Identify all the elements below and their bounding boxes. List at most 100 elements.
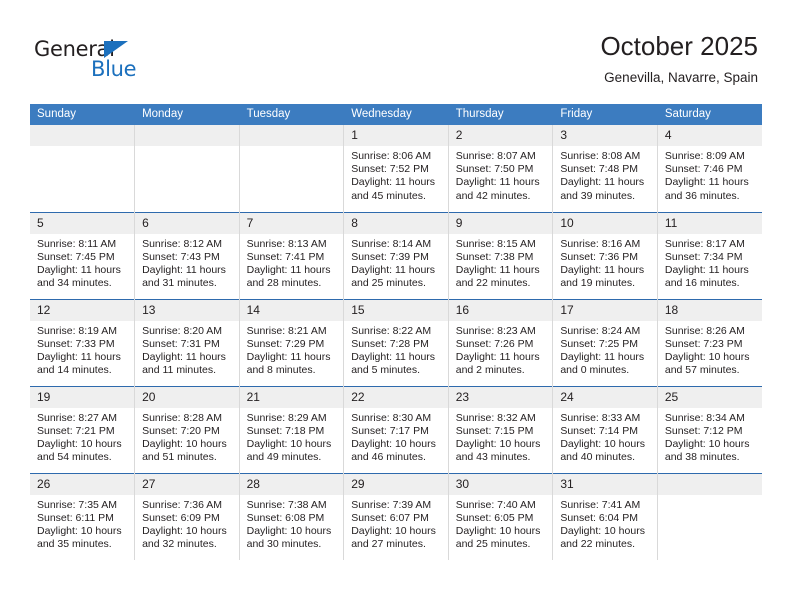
- sunset-text: Sunset: 7:38 PM: [455, 250, 534, 263]
- daylight-text-line1: Daylight: 10 hours: [37, 437, 122, 450]
- daylight-text-line2: and 14 minutes.: [37, 364, 112, 377]
- sunset-text: Sunset: 7:46 PM: [664, 163, 743, 176]
- general-blue-logo[interactable]: General Blue: [34, 38, 214, 86]
- sunrise-text: Sunrise: 7:35 AM: [37, 498, 117, 511]
- weekday-header-monday: Monday: [134, 104, 240, 125]
- calendar-day-cell[interactable]: 17 Sunrise: 8:24 AM Sunset: 7:25 PM Dayligh…: [552, 298, 658, 386]
- sunrise-text: Sunrise: 7:40 AM: [455, 498, 536, 511]
- sunrise-text: Sunrise: 8:06 AM: [351, 150, 432, 162]
- sunrise-text: Sunrise: 7:38 AM: [246, 498, 327, 511]
- sunset-text: Sunset: 7:28 PM: [351, 337, 429, 350]
- sunset-text: Sunset: 7:39 PM: [351, 250, 429, 263]
- calendar-body: 1 Sunrise: 8:06 AM Sunset: 7:52 PM Daylight…: [30, 125, 762, 560]
- weekday-header-friday: Friday: [552, 104, 658, 125]
- day-details: Sunrise: 7:40 AM Sunset: 6:05 PM Daylight:…: [449, 495, 553, 552]
- calendar-day-cell[interactable]: 19 Sunrise: 8:27 AM Sunset: 7:21 PM Dayligh…: [30, 385, 136, 473]
- day-number: [30, 125, 135, 146]
- calendar-day-cell[interactable]: 31 Sunrise: 7:41 AM Sunset: 6:04 PM Dayligh…: [552, 472, 658, 560]
- calendar-day-cell[interactable]: 29 Sunrise: 7:39 AM Sunset: 6:07 PM Dayligh…: [343, 472, 449, 560]
- calendar-day-cell[interactable]: 25 Sunrise: 8:34 AM Sunset: 7:12 PM Dayligh…: [657, 385, 762, 473]
- day-number: [135, 125, 239, 146]
- daylight-text-line2: and 38 minutes.: [664, 451, 740, 464]
- calendar-day-cell[interactable]: 5 Sunrise: 8:11 AM Sunset: 7:45 PM Daylight…: [30, 211, 136, 299]
- sunrise-text: Sunrise: 8:07 AM: [455, 150, 536, 162]
- sunset-text: Sunset: 7:26 PM: [455, 337, 534, 350]
- calendar-day-cell[interactable]: 4 Sunrise: 8:09 AM Sunset: 7:46 PM Daylight…: [657, 125, 762, 212]
- calendar-day-cell[interactable]: 11 Sunrise: 8:17 AM Sunset: 7:34 PM Dayligh…: [657, 211, 762, 299]
- weekday-header-row: Sunday Monday Tuesday Wednesday Thursday Frid…: [30, 104, 762, 125]
- day-number: 9: [448, 212, 553, 234]
- day-details: Sunrise: 8:14 AM Sunset: 7:39 PM Daylight:…: [344, 234, 448, 291]
- day-number: 6: [135, 212, 239, 234]
- daylight-text-line1: Daylight: 10 hours: [142, 437, 227, 450]
- calendar-day-cell[interactable]: 22 Sunrise: 8:30 AM Sunset: 7:17 PM Dayligh…: [343, 385, 449, 473]
- day-number: 14: [239, 299, 344, 321]
- day-details: Sunrise: 8:30 AM Sunset: 7:17 PM Daylight:…: [344, 408, 448, 465]
- sunrise-text: Sunrise: 8:29 AM: [246, 411, 327, 424]
- sunset-text: Sunset: 7:43 PM: [142, 250, 220, 263]
- day-number: 5: [30, 212, 135, 234]
- sunrise-text: Sunrise: 8:09 AM: [664, 150, 745, 162]
- sunrise-text: Sunrise: 8:26 AM: [664, 324, 745, 337]
- daylight-text-line1: Daylight: 11 hours: [560, 176, 645, 189]
- sunset-text: Sunset: 7:23 PM: [664, 337, 743, 350]
- day-number: 19: [30, 386, 135, 408]
- calendar-day-cell[interactable]: 14 Sunrise: 8:21 AM Sunset: 7:29 PM Dayligh…: [239, 298, 345, 386]
- calendar-day-cell[interactable]: 15 Sunrise: 8:22 AM Sunset: 7:28 PM Dayligh…: [343, 298, 449, 386]
- calendar-day-cell[interactable]: 3 Sunrise: 8:08 AM Sunset: 7:48 PM Daylight…: [552, 125, 658, 212]
- calendar-day-cell[interactable]: 7 Sunrise: 8:13 AM Sunset: 7:41 PM Daylight…: [239, 211, 345, 299]
- day-details: Sunrise: 8:19 AM Sunset: 7:33 PM Daylight:…: [30, 321, 134, 378]
- calendar-day-cell[interactable]: 28 Sunrise: 7:38 AM Sunset: 6:08 PM Dayligh…: [239, 472, 345, 560]
- calendar-day-cell[interactable]: 9 Sunrise: 8:15 AM Sunset: 7:38 PM Daylight…: [448, 211, 554, 299]
- logo-text-blue: Blue: [91, 57, 137, 81]
- daylight-text-line1: Daylight: 11 hours: [246, 263, 331, 276]
- calendar-day-cell[interactable]: 18 Sunrise: 8:26 AM Sunset: 7:23 PM Dayligh…: [657, 298, 762, 386]
- calendar-day-cell[interactable]: 12 Sunrise: 8:19 AM Sunset: 7:33 PM Dayligh…: [30, 298, 136, 386]
- day-number: 15: [344, 299, 448, 321]
- daylight-text-line1: Daylight: 11 hours: [455, 350, 540, 363]
- calendar-day-cell[interactable]: 26 Sunrise: 7:35 AM Sunset: 6:11 PM Dayligh…: [30, 472, 136, 560]
- calendar-day-cell[interactable]: 13 Sunrise: 8:20 AM Sunset: 7:31 PM Dayligh…: [134, 298, 240, 386]
- calendar-day-cell[interactable]: 23 Sunrise: 8:32 AM Sunset: 7:15 PM Dayligh…: [448, 385, 554, 473]
- calendar-day-cell[interactable]: 6 Sunrise: 8:12 AM Sunset: 7:43 PM Daylight…: [134, 211, 240, 299]
- day-number: 18: [657, 299, 762, 321]
- title-block: October 2025 Genevilla, Navarre, Spain: [600, 30, 758, 88]
- calendar-day-cell[interactable]: 27 Sunrise: 7:36 AM Sunset: 6:09 PM Dayligh…: [134, 472, 240, 560]
- daylight-text-line2: and 32 minutes.: [142, 538, 217, 551]
- daylight-text-line1: Daylight: 11 hours: [37, 263, 121, 276]
- sunrise-text: Sunrise: 8:30 AM: [351, 411, 432, 424]
- daylight-text-line2: and 42 minutes.: [455, 189, 531, 202]
- day-details: Sunrise: 8:16 AM Sunset: 7:36 PM Daylight:…: [553, 234, 657, 291]
- calendar-week-row: 26 Sunrise: 7:35 AM Sunset: 6:11 PM Dayligh…: [30, 472, 762, 560]
- daylight-text-line2: and 22 minutes.: [560, 538, 636, 551]
- sunrise-text: Sunrise: 8:24 AM: [560, 324, 641, 337]
- sunrise-text: Sunrise: 8:19 AM: [37, 324, 117, 337]
- daylight-text-line1: Daylight: 11 hours: [246, 350, 331, 363]
- day-details: Sunrise: 8:26 AM Sunset: 7:23 PM Daylight:…: [658, 321, 762, 378]
- day-number: 28: [239, 473, 344, 495]
- calendar-day-cell[interactable]: 2 Sunrise: 8:07 AM Sunset: 7:50 PM Daylight…: [448, 125, 554, 212]
- daylight-text-line2: and 5 minutes.: [351, 364, 421, 377]
- daylight-text-line2: and 25 minutes.: [351, 277, 426, 290]
- daylight-text-line2: and 57 minutes.: [664, 364, 740, 377]
- calendar-day-cell[interactable]: 1 Sunrise: 8:06 AM Sunset: 7:52 PM Daylight…: [343, 125, 449, 212]
- calendar-day-cell[interactable]: 16 Sunrise: 8:23 AM Sunset: 7:26 PM Dayligh…: [448, 298, 554, 386]
- day-number: 30: [448, 473, 553, 495]
- sunrise-text: Sunrise: 8:16 AM: [560, 237, 641, 250]
- daylight-text-line2: and 43 minutes.: [455, 451, 531, 464]
- calendar-day-cell[interactable]: 30 Sunrise: 7:40 AM Sunset: 6:05 PM Dayligh…: [448, 472, 554, 560]
- daylight-text-line1: Daylight: 11 hours: [142, 350, 226, 363]
- calendar-day-cell[interactable]: 21 Sunrise: 8:29 AM Sunset: 7:18 PM Dayligh…: [239, 385, 345, 473]
- calendar-day-cell[interactable]: 20 Sunrise: 8:28 AM Sunset: 7:20 PM Dayligh…: [134, 385, 240, 473]
- day-number: 17: [553, 299, 657, 321]
- calendar-day-cell[interactable]: 10 Sunrise: 8:16 AM Sunset: 7:36 PM Dayligh…: [552, 211, 658, 299]
- calendar-day-cell[interactable]: 24 Sunrise: 8:33 AM Sunset: 7:14 PM Dayligh…: [552, 385, 658, 473]
- day-number: 23: [448, 386, 553, 408]
- sunset-text: Sunset: 7:21 PM: [37, 424, 115, 437]
- sunrise-text: Sunrise: 8:20 AM: [142, 324, 223, 337]
- sunset-text: Sunset: 7:25 PM: [560, 337, 638, 350]
- sunset-text: Sunset: 7:17 PM: [351, 424, 429, 437]
- day-details: Sunrise: 8:12 AM Sunset: 7:43 PM Daylight:…: [135, 234, 239, 291]
- sunset-text: Sunset: 6:07 PM: [351, 511, 429, 524]
- calendar-day-cell[interactable]: 8 Sunrise: 8:14 AM Sunset: 7:39 PM Daylight…: [343, 211, 449, 299]
